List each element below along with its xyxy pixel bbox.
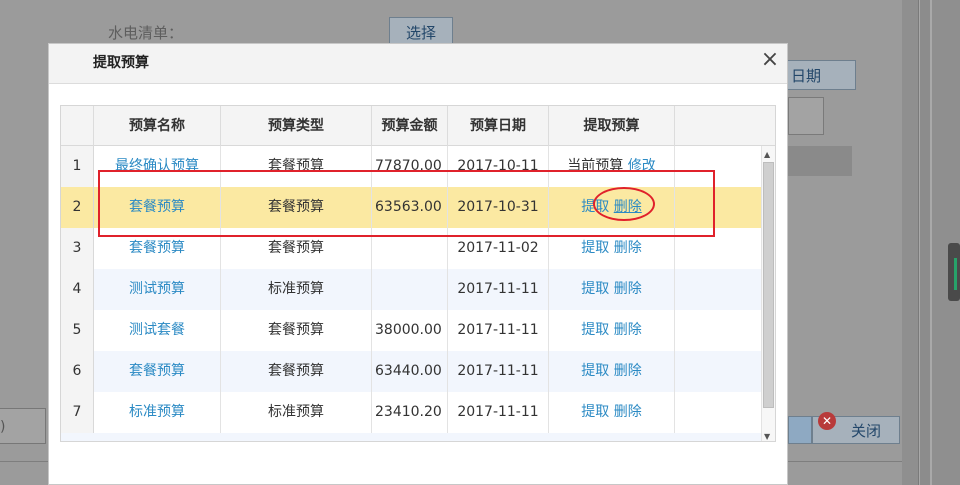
close-icon[interactable]: × — [759, 49, 781, 72]
header-budget-amount[interactable]: 预算金额 — [372, 106, 448, 146]
budget-name-link[interactable]: 套餐预算 — [94, 187, 221, 228]
date-button[interactable]: 日期 — [786, 60, 856, 90]
header-budget-date[interactable]: 预算日期 — [448, 106, 549, 146]
budget-date: 2017-11-02 — [448, 228, 549, 269]
budget-name-link[interactable]: 测试套餐 — [94, 310, 221, 351]
budget-type: 套餐预算 — [221, 187, 372, 228]
action-cell: 提取 删除 — [549, 187, 675, 228]
scroll-up-icon[interactable]: ▲ — [764, 150, 770, 159]
header-extract-budget[interactable]: 提取预算 — [549, 106, 675, 146]
budget-name-link[interactable]: 最终确认预算 — [94, 146, 221, 187]
dialog-header: 提取预算 × — [49, 44, 787, 84]
background-field[interactable] — [788, 97, 824, 135]
header-budget-name[interactable]: 预算名称 — [94, 106, 221, 146]
budget-type: 套餐预算 — [221, 310, 372, 351]
budget-amount: 23410.20 — [372, 392, 448, 433]
table-row-partial — [61, 433, 761, 441]
budget-date: 2017-10-11 — [448, 146, 549, 187]
budget-type: 套餐预算 — [221, 351, 372, 392]
budget-date: 2017-11-11 — [448, 351, 549, 392]
header-index — [61, 106, 94, 146]
delete-link[interactable]: 删除 — [614, 322, 642, 338]
budget-amount: 77870.00 — [372, 146, 448, 187]
row-index: 3 — [61, 228, 94, 269]
extract-link[interactable]: 提取 — [581, 281, 609, 297]
header-budget-type[interactable]: 预算类型 — [221, 106, 372, 146]
table-row[interactable]: 7 标准预算 标准预算 23410.20 2017-11-11 提取 删除 — [61, 392, 761, 433]
delete-link[interactable]: 删除 — [614, 199, 642, 215]
action-cell: 当前预算 修改 — [549, 146, 675, 187]
action-cell: 提取 删除 — [549, 310, 675, 351]
table-row[interactable]: 6 套餐预算 套餐预算 63440.00 2017-11-11 提取 删除 — [61, 351, 761, 392]
budget-amount: 38000.00 — [372, 310, 448, 351]
action-cell: 提取 删除 — [549, 228, 675, 269]
current-budget-label: 当前预算 — [567, 158, 624, 174]
row-index: 4 — [61, 269, 94, 310]
delete-link[interactable]: 删除 — [614, 281, 642, 297]
table-row[interactable]: 1 最终确认预算 套餐预算 77870.00 2017-10-11 当前预算 修… — [61, 146, 761, 187]
budget-date: 2017-10-31 — [448, 187, 549, 228]
budget-amount: 63563.00 — [372, 187, 448, 228]
extract-link[interactable]: 提取 — [581, 363, 609, 379]
table-row[interactable]: 4 测试预算 标准预算 2017-11-11 提取 删除 — [61, 269, 761, 310]
row-index: 6 — [61, 351, 94, 392]
row-index: 5 — [61, 310, 94, 351]
row-index: 1 — [61, 146, 94, 187]
budget-name-link[interactable]: 套餐预算 — [94, 228, 221, 269]
budget-amount: 63440.00 — [372, 351, 448, 392]
delete-link[interactable]: 删除 — [614, 404, 642, 420]
grid-header: 预算名称 预算类型 预算金额 预算日期 提取预算 — [61, 106, 775, 146]
extract-link[interactable]: 提取 — [581, 322, 609, 338]
side-widget-indicator — [954, 258, 957, 290]
budget-amount — [372, 269, 448, 310]
edit-link[interactable]: 修改 — [628, 158, 656, 174]
table-row-selected[interactable]: 2 套餐预算 套餐预算 63563.00 2017-10-31 提取 删除 — [61, 187, 761, 228]
budget-amount — [372, 228, 448, 269]
budget-name-link[interactable]: 标准预算 — [94, 392, 221, 433]
row-index: 7 — [61, 392, 94, 433]
extract-link[interactable]: 提取 — [581, 240, 609, 256]
extract-budget-dialog: 提取预算 × 预算名称 预算类型 预算金额 预算日期 提取预算 1 最终确认预算… — [48, 43, 788, 485]
delete-link[interactable]: 删除 — [614, 363, 642, 379]
budget-type: 标准预算 — [221, 269, 372, 310]
action-cell: 提取 删除 — [549, 269, 675, 310]
page-scrollbar-thumb[interactable] — [920, 0, 930, 485]
extract-link[interactable]: 提取 — [581, 199, 609, 215]
background-strip — [788, 146, 852, 176]
budget-name-link[interactable]: 测试预算 — [94, 269, 221, 310]
budget-date: 2017-11-11 — [448, 310, 549, 351]
extract-link[interactable]: 提取 — [581, 404, 609, 420]
background-input[interactable]: ) — [0, 408, 46, 444]
budget-type: 套餐预算 — [221, 146, 372, 187]
table-row[interactable]: 5 测试套餐 套餐预算 38000.00 2017-11-11 提取 删除 — [61, 310, 761, 351]
grid-scrollbar-thumb[interactable] — [763, 162, 774, 408]
budget-type: 标准预算 — [221, 392, 372, 433]
delete-link[interactable]: 删除 — [614, 240, 642, 256]
utility-list-label: 水电清单： — [108, 24, 184, 42]
close-circle-icon: ✕ — [818, 412, 836, 430]
action-cell: 提取 删除 — [549, 392, 675, 433]
row-index: 2 — [61, 187, 94, 228]
background-action-button[interactable] — [788, 416, 812, 444]
budget-type: 套餐预算 — [221, 228, 372, 269]
dialog-title: 提取预算 — [93, 55, 149, 71]
scroll-down-icon[interactable]: ▼ — [764, 432, 770, 441]
budget-date: 2017-11-11 — [448, 392, 549, 433]
budget-name-link[interactable]: 套餐预算 — [94, 351, 221, 392]
budget-date: 2017-11-11 — [448, 269, 549, 310]
table-row[interactable]: 3 套餐预算 套餐预算 2017-11-02 提取 删除 — [61, 228, 761, 269]
budget-grid: 预算名称 预算类型 预算金额 预算日期 提取预算 1 最终确认预算 套餐预算 7… — [60, 105, 776, 442]
grid-body: 1 最终确认预算 套餐预算 77870.00 2017-10-11 当前预算 修… — [61, 146, 761, 441]
action-cell: 提取 删除 — [549, 351, 675, 392]
